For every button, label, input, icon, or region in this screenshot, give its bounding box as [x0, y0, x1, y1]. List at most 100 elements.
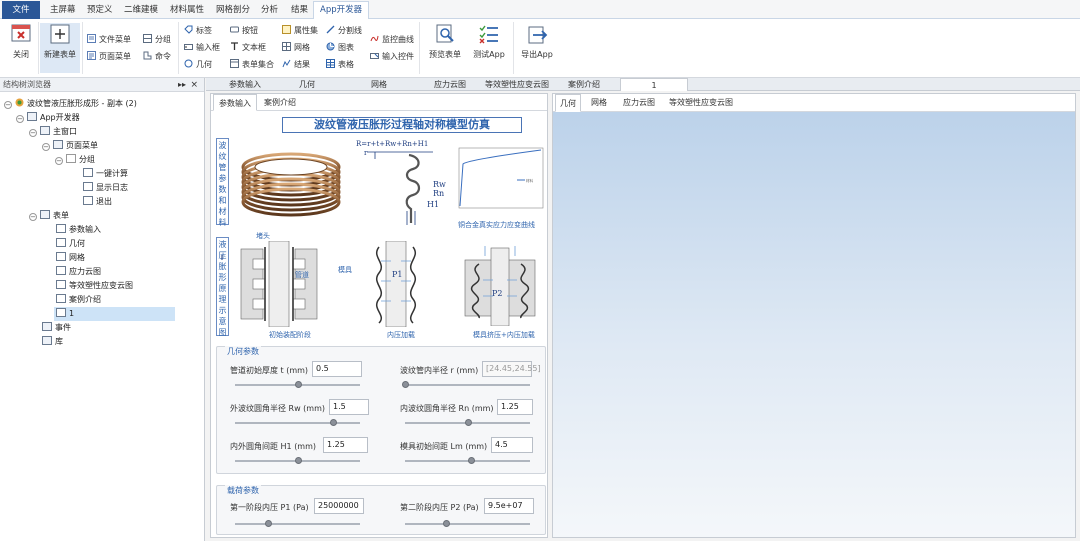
library-icon [42, 336, 52, 345]
tree-row-form-1[interactable]: 1 [54, 307, 175, 321]
tree-row-forms[interactable]: − 表单 [29, 209, 69, 223]
chart-button[interactable]: 图表 [326, 41, 354, 55]
input-control-button[interactable]: 输入控件 [370, 50, 414, 64]
doc-tab-case-intro[interactable]: 案例介绍 [562, 78, 606, 91]
table-button[interactable]: 表格 [326, 58, 354, 72]
tree-row-one-click-calc[interactable]: 一键计算 [83, 167, 128, 181]
t-slider[interactable] [235, 381, 360, 388]
p1-slider[interactable] [235, 520, 360, 527]
collapse-toggle-icon[interactable]: − [29, 129, 37, 137]
rn-slider-thumb[interactable] [465, 419, 472, 426]
lm-input[interactable]: 4.5 [491, 437, 533, 453]
doc-tab-mesh[interactable]: 网格 [364, 78, 394, 91]
menu-analysis[interactable]: 分析 [255, 2, 284, 18]
view-tab-mesh[interactable]: 网格 [591, 94, 607, 112]
geometry-params-group: 几何参数 管道初始厚度 t (mm) 0.5 波纹管内半径 r (mm) [24… [216, 346, 546, 474]
rw-slider[interactable] [235, 419, 360, 426]
collapse-toggle-icon[interactable]: − [55, 157, 63, 165]
tree-row-case-intro[interactable]: 案例介绍 [56, 293, 101, 307]
button-control-button[interactable]: 按钮 [230, 24, 258, 38]
p2-slider[interactable] [405, 520, 530, 527]
menu-app-developer[interactable]: App开发器 [313, 1, 370, 19]
page-menu-button[interactable]: 页面菜单 [87, 50, 131, 64]
doc-tab-param-input[interactable]: 参数输入 [220, 78, 270, 91]
tree-row-group[interactable]: − 分组 [55, 153, 95, 167]
export-app-button[interactable]: 导出App [517, 23, 557, 73]
collapse-toggle-icon[interactable]: − [4, 101, 12, 109]
attr-set-button[interactable]: 属性集 [282, 24, 318, 38]
p1-input[interactable]: 25000000 [314, 498, 364, 514]
text-box-button[interactable]: 文本框 [230, 41, 266, 55]
monitor-curve-button[interactable]: 监控曲线 [370, 33, 414, 47]
pin-icon[interactable]: ▸▸ [178, 78, 186, 92]
menu-results[interactable]: 结果 [285, 2, 314, 18]
menu-file[interactable]: 文件 [2, 1, 40, 19]
r-slider-thumb[interactable] [402, 381, 409, 388]
lm-slider[interactable] [405, 457, 530, 464]
result-button[interactable]: 结果 [282, 58, 310, 72]
tree-row-app-developer[interactable]: − App开发器 [16, 111, 80, 125]
file-menu-button[interactable]: 文件菜单 [87, 33, 131, 47]
menu-home[interactable]: 主屏幕 [44, 2, 82, 18]
lm-slider-thumb[interactable] [468, 457, 475, 464]
preview-form-button[interactable]: 预览表单 [425, 23, 465, 73]
doc-tab-1[interactable]: 1 [620, 78, 688, 91]
form-tab-param-input[interactable]: 参数输入 [213, 94, 257, 111]
collapse-toggle-icon[interactable]: − [29, 213, 37, 221]
group-button[interactable]: 分组 [143, 33, 171, 47]
tree-row-events[interactable]: 事件 [42, 321, 71, 335]
label-button[interactable]: 标签 [184, 24, 212, 38]
tree-row-show-log[interactable]: 显示日志 [83, 181, 128, 195]
tree-row-mesh[interactable]: 网格 [56, 251, 85, 265]
menu-predefine[interactable]: 预定义 [81, 2, 119, 18]
close-button[interactable]: 关闭 [2, 23, 40, 73]
form-set-button[interactable]: 表单集合 [230, 58, 274, 72]
menu-meshing[interactable]: 网格剖分 [210, 2, 256, 18]
rw-input[interactable]: 1.5 [329, 399, 369, 415]
r-input[interactable]: [24.45,24.55] [482, 361, 541, 377]
view-tab-geometry[interactable]: 几何 [555, 94, 581, 112]
p2-slider-thumb[interactable] [443, 520, 450, 527]
rn-input[interactable]: 1.25 [497, 399, 533, 415]
rn-slider[interactable] [405, 419, 530, 426]
view-tab-plastic-strain[interactable]: 等效塑性应变云图 [669, 94, 733, 112]
view-tab-stress[interactable]: 应力云图 [623, 94, 655, 112]
doc-tab-stress[interactable]: 应力云图 [428, 78, 472, 91]
collapse-toggle-icon[interactable]: − [42, 143, 50, 151]
tree-row-page-menu[interactable]: − 页面菜单 [42, 139, 98, 153]
test-app-button[interactable]: 测试App [469, 23, 509, 73]
geometry-button[interactable]: 几何 [184, 58, 212, 72]
input-box-button[interactable]: 输入框 [184, 41, 220, 55]
p2-input[interactable]: 9.5e+07 [484, 498, 534, 514]
tree-row-stress[interactable]: 应力云图 [56, 265, 101, 279]
p1-slider-thumb[interactable] [265, 520, 272, 527]
r-slider[interactable] [402, 381, 530, 388]
t-input[interactable]: 0.5 [312, 361, 362, 377]
new-form-button[interactable]: 新建表单 [40, 23, 80, 73]
3d-viewport[interactable] [553, 112, 1075, 537]
command-button[interactable]: 命令 [143, 50, 171, 64]
collapse-toggle-icon[interactable]: − [16, 115, 24, 123]
tree-row-project[interactable]: − 波纹管液压胀形成形 - 副本 (2) [4, 97, 137, 111]
doc-tab-geometry[interactable]: 几何 [292, 78, 322, 91]
tree-row-param-input[interactable]: 参数输入 [56, 223, 101, 237]
divider-button[interactable]: 分割线 [326, 24, 362, 38]
close-panel-icon[interactable]: × [190, 78, 198, 92]
doc-tab-plastic-strain[interactable]: 等效塑性应变云图 [483, 78, 551, 91]
tree-row-main-window[interactable]: − 主窗口 [29, 125, 77, 139]
form-tab-case-intro[interactable]: 案例介绍 [259, 94, 301, 111]
t-slider-thumb[interactable] [295, 381, 302, 388]
rw-slider-thumb[interactable] [330, 419, 337, 426]
tree-row-plastic-strain[interactable]: 等效塑性应变云图 [56, 279, 133, 293]
tree-row-geometry[interactable]: 几何 [56, 237, 85, 251]
menu-material[interactable]: 材料属性 [164, 2, 210, 18]
file-menu-icon [87, 34, 96, 43]
mesh-button[interactable]: 网格 [282, 41, 310, 55]
tree-row-library[interactable]: 库 [42, 335, 63, 349]
h1-input[interactable]: 1.25 [323, 437, 368, 453]
h1-slider[interactable] [235, 457, 360, 464]
tree-row-exit[interactable]: 退出 [83, 195, 112, 209]
menu-2d-modeling[interactable]: 二维建模 [118, 2, 164, 18]
h1-slider-thumb[interactable] [295, 457, 302, 464]
text-box-icon [230, 42, 239, 51]
